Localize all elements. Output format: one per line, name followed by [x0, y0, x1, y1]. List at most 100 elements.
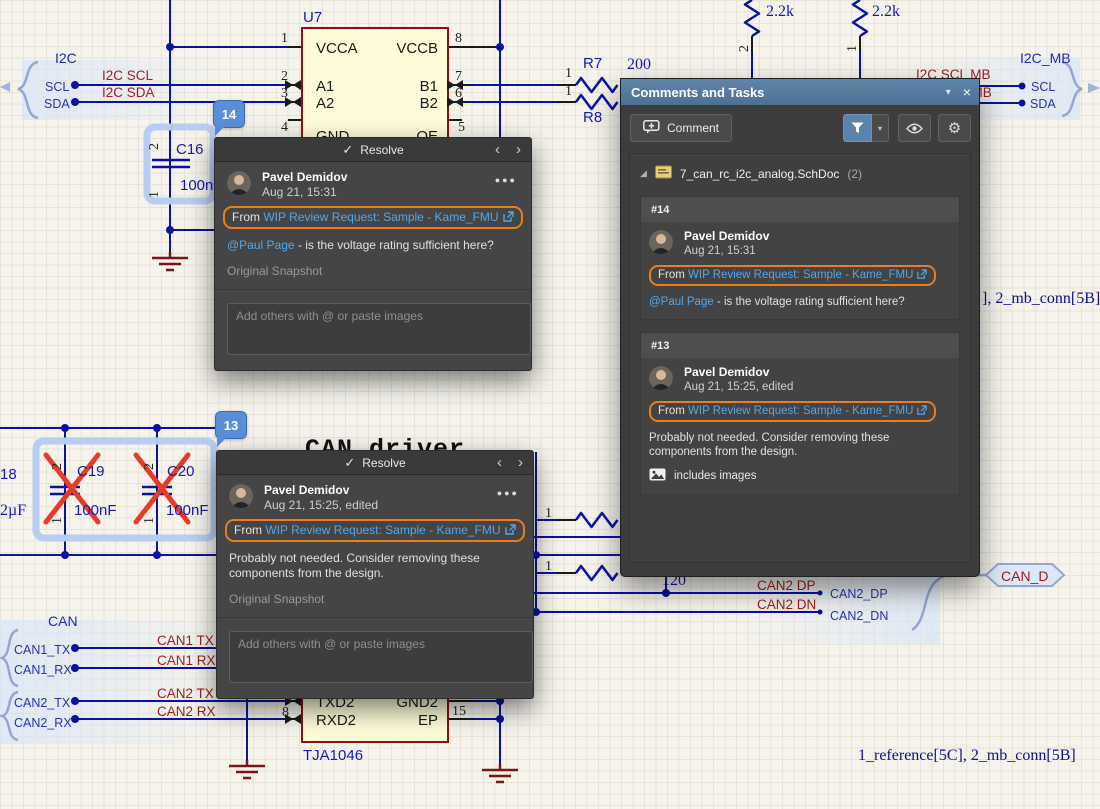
settings-button[interactable]: ⚙	[938, 114, 971, 142]
pullup1-value: 2.2k	[766, 3, 794, 20]
entry-can2-dn: CAN2_DN	[830, 609, 888, 623]
filter-button[interactable]	[843, 114, 872, 142]
net-can2-tx: CAN2 TX	[157, 686, 214, 701]
svg-text:5: 5	[458, 120, 465, 135]
svg-text:1: 1	[147, 191, 162, 198]
port-scl: SCL	[45, 80, 69, 94]
port-can-d[interactable]: CAN_D	[984, 563, 1066, 587]
resistor-pullup-2	[851, 0, 869, 38]
resolve-label: Resolve	[360, 142, 404, 157]
original-snapshot-link[interactable]: Original Snapshot	[227, 264, 519, 278]
resolve-button[interactable]: ✓ Resolve	[342, 142, 403, 158]
net-i2c-scl: I2C SCL	[102, 68, 154, 83]
original-snapshot-link[interactable]: Original Snapshot	[229, 592, 521, 606]
svg-text:A2: A2	[316, 95, 334, 112]
comment-bubble-plus-icon	[643, 119, 660, 137]
net-can1-rx: CAN1 RX	[157, 653, 216, 668]
review-request-source-box: From WIP Review Request: Sample - Kame_F…	[649, 401, 937, 422]
comment-marker-14-label: 14	[221, 106, 237, 122]
includes-images-label: includes images	[674, 470, 757, 482]
from-prefix: From	[234, 523, 262, 537]
panel-content: ◢ 7_can_rc_i2c_analog.SchDoc (2) #14 Pav…	[629, 153, 971, 563]
tja1046-refdes: TJA1046	[303, 747, 363, 764]
review-request-link[interactable]: WIP Review Request: Sample - Kame_FMU	[263, 210, 498, 224]
resistor-pullup-1	[743, 0, 761, 38]
net-i2c-sda: I2C SDA	[102, 85, 155, 100]
net-can2-dn: CAN2 DN	[757, 597, 816, 612]
svg-text:8: 8	[282, 705, 289, 720]
prev-comment-button[interactable]: ‹	[497, 454, 502, 471]
svg-text:VCCA: VCCA	[316, 40, 358, 57]
c19-value: 100nF	[74, 502, 117, 519]
review-request-link[interactable]: WIP Review Request: Sample - Kame_FMU	[688, 269, 913, 281]
svg-text:B1: B1	[420, 78, 438, 95]
svg-text:EP: EP	[418, 712, 438, 729]
port-sda: SDA	[44, 97, 70, 111]
comment-author: Pavel Demidov	[684, 365, 770, 379]
collapse-triangle-icon[interactable]: ◢	[640, 168, 647, 179]
xref-top: ], 2_mb_conn[5B]	[982, 290, 1100, 307]
comments-and-tasks-panel: Comments and Tasks ▾ × Comment ▾ ⚙ ◢ 7_c…	[620, 78, 980, 577]
avatar	[649, 230, 673, 254]
svg-text:4: 4	[281, 120, 288, 135]
comment-button-label: Comment	[667, 121, 720, 135]
c20-value: 100nF	[166, 502, 209, 519]
comment-date: Aug 21, 15:31	[262, 185, 337, 199]
resistor-can-2	[574, 564, 619, 582]
panel-close-icon[interactable]: ×	[963, 84, 971, 100]
harness-i2c-mb-title: I2C_MB	[1020, 50, 1071, 66]
image-icon	[649, 468, 666, 484]
comment-id: #13	[641, 333, 959, 358]
filter-dropdown-button[interactable]: ▾	[872, 114, 889, 142]
port-can2-tx: CAN2_TX	[14, 696, 71, 710]
includes-images-row[interactable]: includes images	[649, 468, 951, 484]
external-link-icon	[504, 524, 516, 538]
comment-card-13: ✓ Resolve ‹ › Pavel Demidov Aug 21, 15:2…	[216, 450, 534, 699]
panel-header[interactable]: Comments and Tasks ▾ ×	[621, 79, 979, 105]
mention-link[interactable]: @Paul Page	[649, 296, 714, 308]
port-sda-mb: SDA	[1030, 97, 1056, 111]
altium-schematic-editor: CAN_D U7 VCCA VCCB A1 B1 A2 B2 GND OE 1 …	[0, 0, 1100, 809]
comment-date: Aug 21, 15:31	[684, 245, 756, 257]
comment-marker-14[interactable]: 14	[213, 100, 245, 136]
comment-marker-13[interactable]: 13	[215, 411, 247, 447]
mention-link[interactable]: @Paul Page	[227, 238, 295, 252]
review-request-link[interactable]: WIP Review Request: Sample - Kame_FMU	[265, 523, 500, 537]
panel-collapse-icon[interactable]: ▾	[946, 87, 951, 98]
reply-input[interactable]	[227, 303, 531, 355]
next-comment-button[interactable]: ›	[518, 454, 523, 471]
from-prefix: From	[232, 210, 260, 224]
svg-text:2: 2	[142, 463, 157, 470]
more-options-button[interactable]: ●●●	[495, 175, 517, 185]
review-request-link[interactable]: WIP Review Request: Sample - Kame_FMU	[688, 405, 913, 417]
svg-text:1: 1	[565, 84, 572, 99]
prev-comment-button[interactable]: ‹	[495, 141, 500, 158]
svg-text:1: 1	[281, 31, 288, 46]
panel-comment-14[interactable]: #14 Pavel Demidov Aug 21, 15:31 From WIP…	[640, 196, 960, 320]
add-comment-button[interactable]: Comment	[630, 114, 733, 142]
visibility-button[interactable]	[898, 114, 931, 142]
r8-refdes: R8	[583, 109, 602, 126]
svg-text:3: 3	[281, 86, 288, 101]
reply-input[interactable]	[229, 631, 533, 683]
port-can2-rx: CAN2_RX	[14, 716, 72, 730]
next-comment-button[interactable]: ›	[516, 141, 521, 158]
svg-text:8: 8	[455, 31, 462, 46]
svg-text:1: 1	[545, 506, 552, 521]
resistor-can-1	[574, 511, 619, 529]
external-link-icon	[917, 405, 928, 418]
entry-can2-dp: CAN2_DP	[830, 587, 888, 601]
document-group-row[interactable]: ◢ 7_can_rc_i2c_analog.SchDoc (2)	[630, 154, 970, 192]
resolve-button[interactable]: ✓ Resolve	[344, 455, 405, 471]
svg-text:2: 2	[147, 143, 162, 150]
svg-text:1: 1	[845, 45, 860, 52]
comment-card-14-header: ✓ Resolve ‹ ›	[215, 138, 531, 162]
review-request-source-box: From WIP Review Request: Sample - Kame_F…	[225, 519, 525, 542]
svg-text:1: 1	[142, 517, 157, 524]
check-icon: ✓	[344, 454, 356, 470]
panel-comment-13[interactable]: #13 Pavel Demidov Aug 21, 15:25, edited …	[640, 332, 960, 495]
from-prefix: From	[658, 405, 685, 417]
resistor-r8	[574, 93, 619, 111]
divider	[215, 289, 531, 290]
more-options-button[interactable]: ●●●	[497, 488, 519, 498]
